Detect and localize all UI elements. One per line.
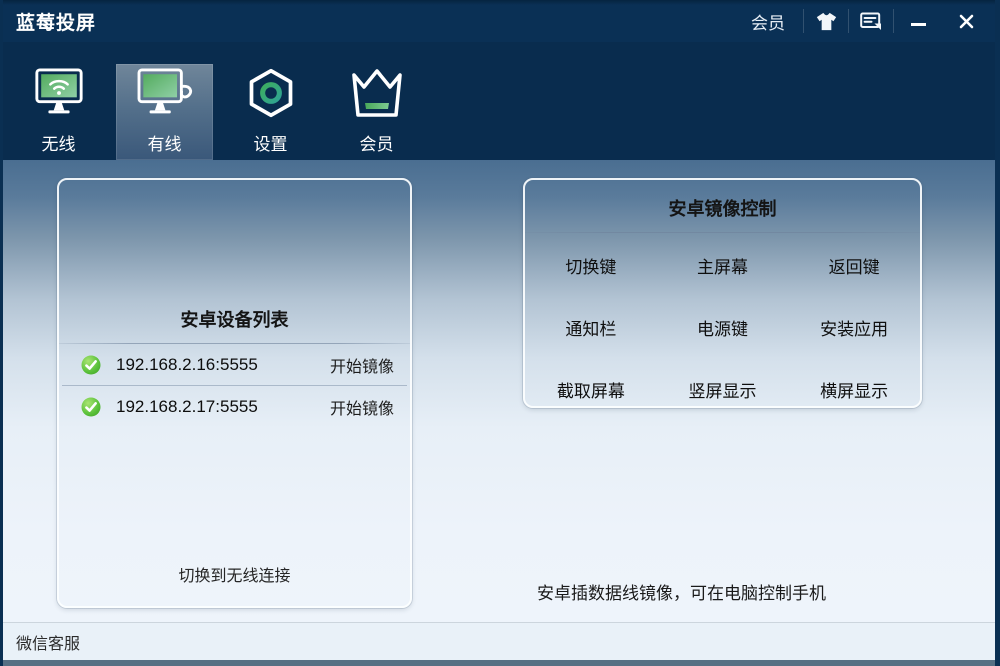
member-crown-icon (348, 67, 406, 119)
app-window: 蓝莓投屏 会员 (0, 0, 1000, 666)
screenshot-button[interactable]: 截取屏幕 (525, 358, 657, 420)
tab-label: 设置 (254, 130, 288, 155)
back-key-button[interactable]: 返回键 (788, 234, 920, 296)
device-ip: 192.168.2.17:5555 (116, 397, 258, 417)
device-ip: 192.168.2.16:5555 (116, 355, 258, 375)
skin-icon[interactable] (804, 0, 848, 42)
titlebar-member-button[interactable]: 会员 (733, 0, 803, 42)
home-screen-button[interactable]: 主屏幕 (657, 234, 789, 296)
main-tabbar: 无线 有线 设置 (0, 42, 1000, 160)
tab-member[interactable]: 会员 (328, 64, 425, 160)
control-button-grid: 切换键 主屏幕 返回键 通知栏 电源键 安装应用 截取屏幕 竖屏显示 横屏显示 (525, 234, 920, 420)
notification-bar-button[interactable]: 通知栏 (525, 296, 657, 358)
start-mirror-button[interactable]: 开始镜像 (330, 353, 394, 377)
close-icon (959, 14, 974, 29)
device-row: 192.168.2.16:5555 开始镜像 (59, 344, 410, 385)
titlebar: 蓝莓投屏 会员 (0, 0, 1000, 42)
power-key-button[interactable]: 电源键 (657, 296, 789, 358)
app-title: 蓝莓投屏 (16, 8, 96, 35)
main-content: 安卓设备列表 192.168.2.16:5555 开始镜像 192.168.2.… (0, 160, 1000, 622)
close-button[interactable] (942, 0, 990, 42)
settings-hexagon-icon (242, 67, 300, 119)
wired-monitor-icon (136, 67, 194, 119)
portrait-display-button[interactable]: 竖屏显示 (657, 358, 789, 420)
wireless-monitor-icon (30, 67, 88, 119)
tab-wired[interactable]: 有线 (116, 64, 213, 160)
android-device-panel: 安卓设备列表 192.168.2.16:5555 开始镜像 192.168.2.… (57, 178, 412, 608)
green-check-icon (81, 355, 101, 375)
info-line: 安卓插数据线镜像，可在电脑控制手机 (537, 574, 836, 614)
green-check-icon (81, 397, 101, 417)
statusbar: 微信客服 (0, 622, 1000, 660)
tab-wireless[interactable]: 无线 (10, 64, 107, 160)
landscape-display-button[interactable]: 横屏显示 (788, 358, 920, 420)
wechat-support-link[interactable]: 微信客服 (16, 630, 80, 654)
device-row: 192.168.2.17:5555 开始镜像 (59, 386, 410, 427)
minimize-button[interactable] (894, 0, 942, 42)
switch-to-wireless-link[interactable]: 切换到无线连接 (59, 562, 410, 586)
control-panel-title: 安卓镜像控制 (525, 195, 920, 221)
tab-label: 有线 (148, 130, 182, 155)
window-left-edge (0, 0, 3, 666)
tab-settings[interactable]: 设置 (222, 64, 319, 160)
minimize-icon (911, 23, 926, 26)
feedback-icon[interactable] (849, 0, 893, 42)
divider (525, 232, 920, 233)
install-app-button[interactable]: 安装应用 (788, 296, 920, 358)
titlebar-controls: 会员 (733, 0, 990, 42)
switch-key-button[interactable]: 切换键 (525, 234, 657, 296)
start-mirror-button[interactable]: 开始镜像 (330, 395, 394, 419)
device-panel-title: 安卓设备列表 (59, 306, 410, 332)
android-mirror-control-panel: 安卓镜像控制 切换键 主屏幕 返回键 通知栏 电源键 安装应用 截取屏幕 竖屏显… (523, 178, 922, 408)
window-right-edge (995, 0, 1000, 666)
tab-label: 无线 (42, 130, 76, 155)
window-bottom-edge (0, 660, 1000, 666)
tab-label: 会员 (360, 130, 394, 155)
